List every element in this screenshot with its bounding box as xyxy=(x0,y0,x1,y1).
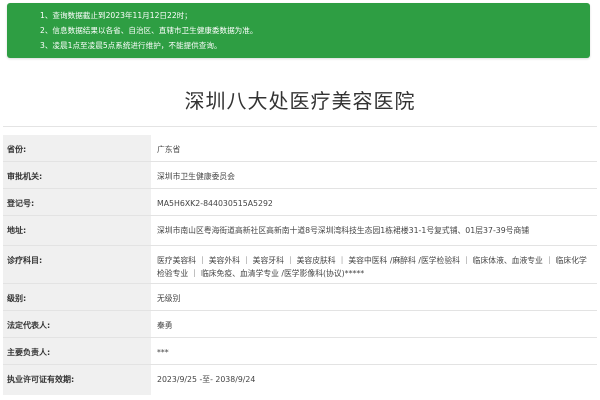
row-principal: 主要负责人: *** xyxy=(3,338,597,365)
row-label: 级别: xyxy=(3,284,151,310)
row-label: 主要负责人: xyxy=(3,338,151,364)
row-label: 登记号: xyxy=(3,189,151,215)
row-label: 诊疗科目: xyxy=(3,246,151,283)
notice-line-1: 1、查询数据截止到2023年11月12日22时； xyxy=(40,11,192,20)
row-value: 深圳市卫生健康委员会 xyxy=(157,172,235,181)
row-label: 执业许可证有效期: xyxy=(3,365,151,395)
row-value: *** xyxy=(157,348,169,357)
row-province: 省份: 广东省 xyxy=(3,135,597,162)
title-divider xyxy=(3,126,597,127)
row-value: 无级别 xyxy=(157,294,181,303)
hospital-title: 深圳八大处医疗美容医院 xyxy=(184,89,416,113)
row-value: 医疗美容科 ｜ 美容外科 ｜ 美容牙科 ｜ 美容皮肤科 ｜ 美容中医科 /麻醉科… xyxy=(157,256,587,278)
row-label: 地址: xyxy=(3,216,151,245)
notice-line-3: 3、凌晨1点至凌晨5点系统进行维护，不能提供查询。 xyxy=(40,41,222,50)
row-label: 法定代表人: xyxy=(3,311,151,337)
row-value: MA5H6XK2-844030515A5292 xyxy=(157,199,273,208)
row-value: 秦勇 xyxy=(157,321,173,330)
row-level: 级别: 无级别 xyxy=(3,284,597,311)
row-approval-authority: 审批机关: 深圳市卫生健康委员会 xyxy=(3,162,597,189)
row-value: 广东省 xyxy=(157,145,181,154)
row-registration-number: 登记号: MA5H6XK2-844030515A5292 xyxy=(3,189,597,216)
row-label: 省份: xyxy=(3,135,151,161)
row-legal-representative: 法定代表人: 秦勇 xyxy=(3,311,597,338)
row-label: 审批机关: xyxy=(3,162,151,188)
notice-line-2: 2、信息数据结果以各省、自治区、直辖市卫生健康委数据为准。 xyxy=(40,26,258,35)
row-address: 地址: 深圳市南山区粤海街道高新社区高新南十道8号深圳湾科技生态园1栋裙楼31-… xyxy=(3,216,597,246)
row-value: 2023/9/25 -至- 2038/9/24 xyxy=(157,375,256,384)
row-departments: 诊疗科目: 医疗美容科 ｜ 美容外科 ｜ 美容牙科 ｜ 美容皮肤科 ｜ 美容中医… xyxy=(3,246,597,284)
row-value: 深圳市南山区粤海街道高新社区高新南十道8号深圳湾科技生态园1栋裙楼31-1号复式… xyxy=(157,226,530,235)
notice-banner: 1、查询数据截止到2023年11月12日22时； 2、信息数据结果以各省、自治区… xyxy=(7,3,590,58)
row-license-validity: 执业许可证有效期: 2023/9/25 -至- 2038/9/24 xyxy=(3,365,597,395)
